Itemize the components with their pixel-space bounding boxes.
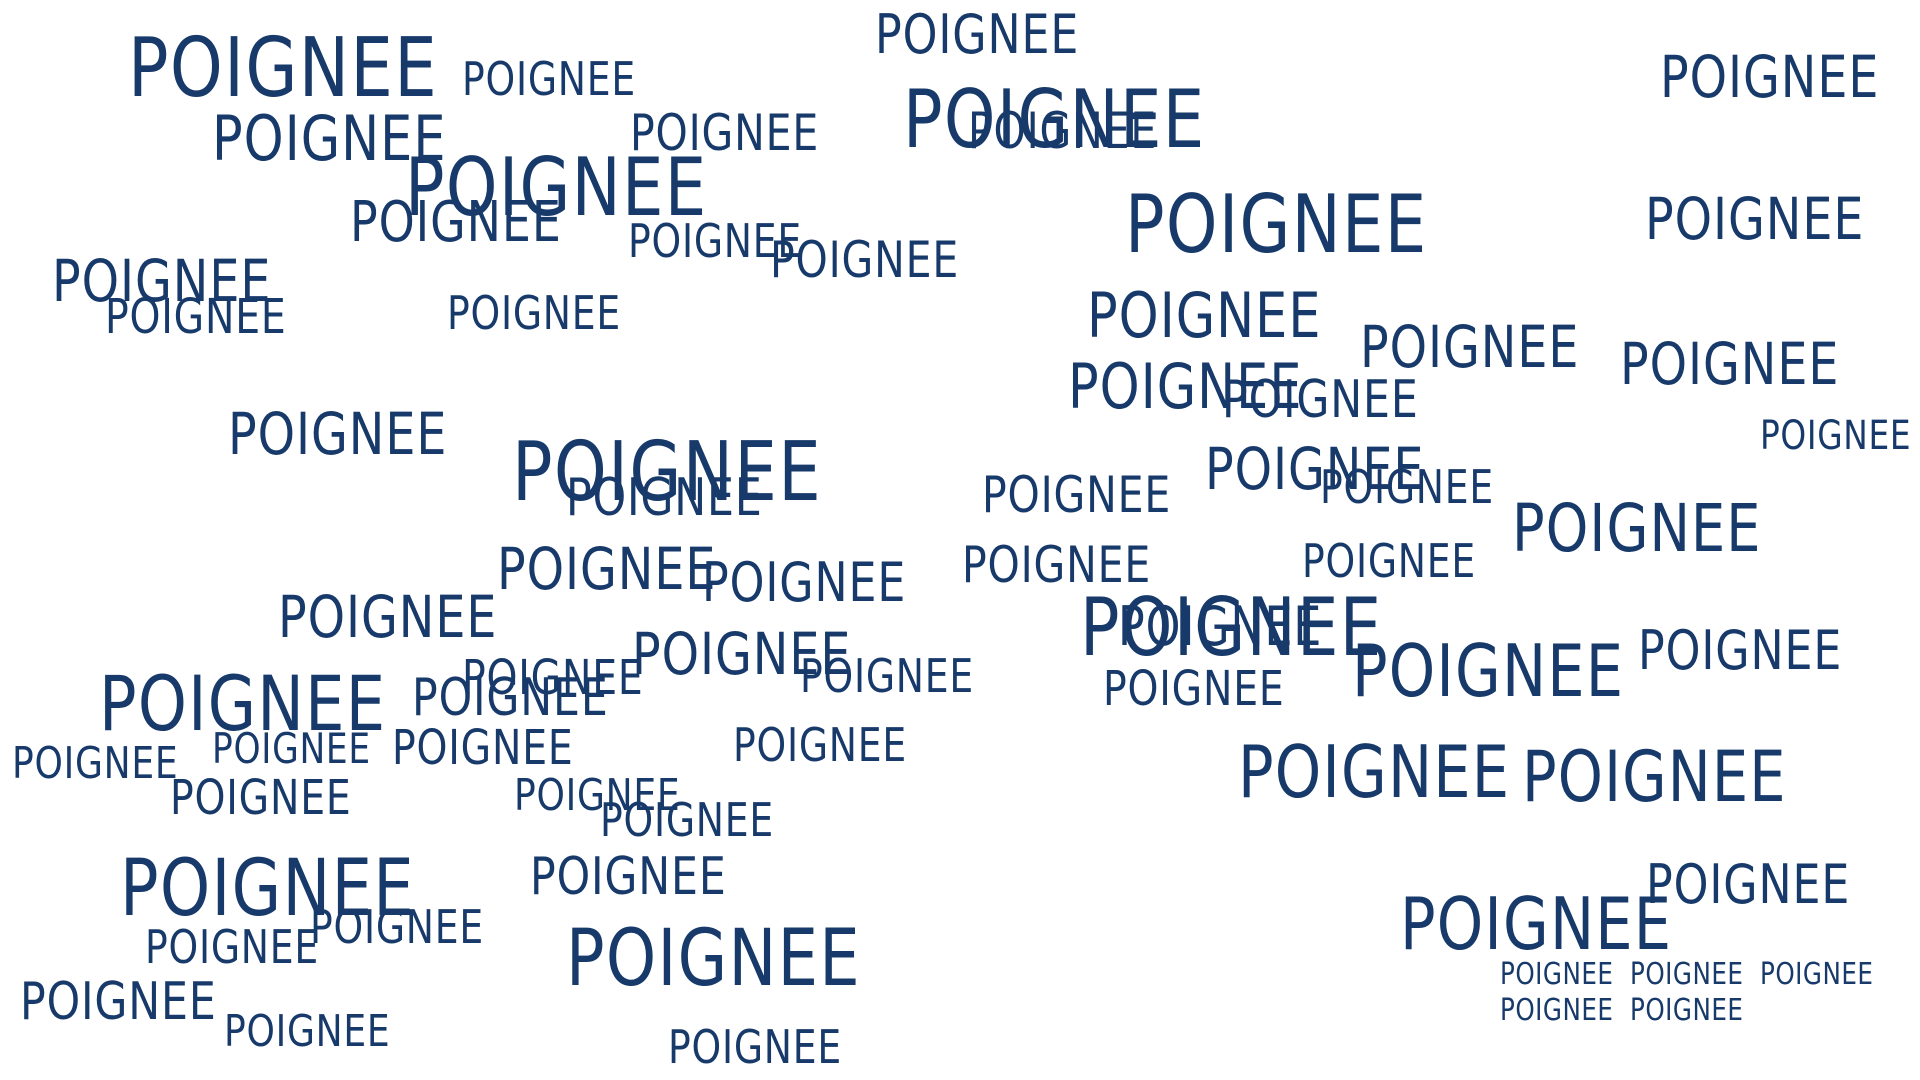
word-poignee: POIGNEE bbox=[1630, 957, 1744, 992]
word-poignee: POIGNEE bbox=[1500, 957, 1614, 992]
word-poignee: POIGNEE bbox=[668, 1020, 842, 1074]
word-poignee: POIGNEE bbox=[1087, 279, 1322, 352]
word-poignee: POIGNEE bbox=[1760, 957, 1874, 992]
word-poignee: POIGNEE bbox=[310, 900, 484, 954]
word-poignee: POIGNEE bbox=[20, 972, 217, 1032]
word-poignee: POIGNEE bbox=[1320, 460, 1494, 514]
word-poignee: POIGNEE bbox=[1645, 185, 1865, 253]
word-poignee: POIGNEE bbox=[1302, 534, 1476, 588]
word-poignee: POIGNEE bbox=[1500, 993, 1614, 1028]
word-poignee: POIGNEE bbox=[800, 649, 974, 703]
word-poignee: POIGNEE bbox=[1103, 661, 1285, 717]
word-poignee: POIGNEE bbox=[875, 3, 1080, 66]
word-poignee: POIGNEE bbox=[1400, 882, 1673, 966]
word-poignee: POIGNEE bbox=[530, 847, 727, 907]
word-poignee: POIGNEE bbox=[105, 289, 287, 345]
word-poignee: POIGNEE bbox=[412, 668, 609, 728]
word-poignee: POIGNEE bbox=[1352, 629, 1625, 713]
word-poignee: POIGNEE bbox=[497, 535, 717, 603]
word-poignee: POIGNEE bbox=[1222, 370, 1419, 430]
word-poignee: POIGNEE bbox=[128, 21, 439, 116]
word-poignee: POIGNEE bbox=[1638, 619, 1843, 682]
word-poignee: POIGNEE bbox=[1660, 43, 1880, 111]
word-poignee: POIGNEE bbox=[982, 466, 1172, 524]
word-poignee: POIGNEE bbox=[1118, 595, 1323, 658]
word-poignee: POIGNEE bbox=[392, 720, 574, 776]
word-poignee: POIGNEE bbox=[1125, 178, 1428, 271]
word-poignee: POIGNEE bbox=[968, 102, 1158, 160]
word-poignee: POIGNEE bbox=[1512, 490, 1762, 567]
word-poignee: POIGNEE bbox=[1646, 853, 1851, 916]
word-poignee: POIGNEE bbox=[170, 770, 352, 826]
word-poignee: POIGNEE bbox=[212, 724, 371, 773]
word-poignee: POIGNEE bbox=[462, 52, 636, 106]
word-poignee: POIGNEE bbox=[12, 738, 179, 789]
word-poignee: POIGNEE bbox=[278, 583, 498, 651]
word-poignee: POIGNEE bbox=[566, 468, 763, 528]
word-poignee: POIGNEE bbox=[1620, 330, 1840, 398]
word-cloud-canvas: POIGNEE POIGNEE POIGNEE POIGNEE POIGNEE POIGN… bbox=[0, 0, 1920, 1080]
word-poignee: POIGNEE bbox=[566, 914, 861, 1004]
word-poignee: POIGNEE bbox=[770, 231, 960, 289]
word-poignee: POIGNEE bbox=[1238, 730, 1511, 814]
word-poignee: POIGNEE bbox=[1760, 413, 1912, 459]
word-poignee: POIGNEE bbox=[447, 286, 621, 340]
word-poignee: POIGNEE bbox=[1630, 993, 1744, 1028]
word-poignee: POIGNEE bbox=[600, 793, 774, 847]
word-poignee: POIGNEE bbox=[733, 718, 907, 772]
word-poignee: POIGNEE bbox=[1360, 313, 1580, 381]
word-poignee: POIGNEE bbox=[145, 920, 319, 974]
word-poignee: POIGNEE bbox=[1522, 736, 1787, 818]
word-poignee: POIGNEE bbox=[228, 400, 448, 468]
word-poignee: POIGNEE bbox=[350, 190, 562, 255]
word-poignee: POIGNEE bbox=[224, 1006, 391, 1057]
word-poignee: POIGNEE bbox=[702, 551, 907, 614]
